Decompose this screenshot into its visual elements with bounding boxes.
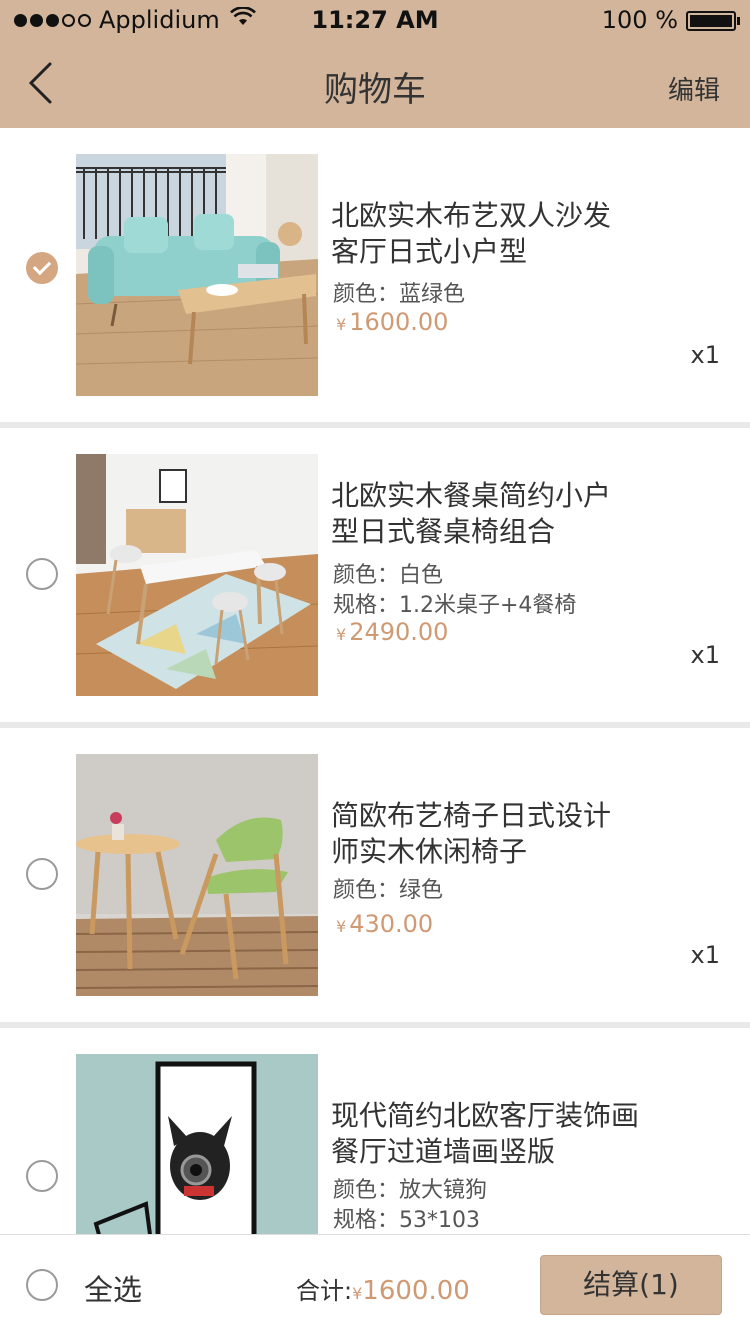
product-spec: 规格：53*103	[333, 1208, 480, 1233]
product-name[interactable]: 北欧实木布艺双人沙发 客厅日式小户型	[331, 198, 691, 270]
product-price: ¥2490.00	[336, 618, 449, 646]
product-name-line1: 北欧实木餐桌简约小户	[331, 479, 612, 512]
product-quantity: x1	[690, 341, 720, 369]
product-color: 颜色：蓝绿色	[333, 282, 466, 307]
product-name-line1: 北欧实木布艺双人沙发	[331, 199, 612, 232]
item-checkbox[interactable]	[26, 252, 58, 284]
product-price: ¥430.00	[336, 910, 434, 938]
product-name[interactable]: 现代简约北欧客厅装饰画 餐厅过道墙画竖版	[331, 1098, 691, 1170]
item-checkbox[interactable]	[26, 858, 58, 890]
item-checkbox[interactable]	[26, 558, 58, 590]
product-spec: 规格：1.2米桌子+4餐椅	[333, 593, 577, 618]
wall-art-image	[76, 1054, 318, 1234]
product-name-line2: 餐厅过道墙画竖版	[331, 1135, 556, 1168]
chair-image	[76, 754, 318, 996]
dining-set-image	[76, 454, 318, 696]
nav-bar: 购物车 编辑	[0, 40, 750, 128]
cart-item-dining-set: 北欧实木餐桌简约小户 型日式餐桌椅组合 颜色：白色 规格：1.2米桌子+4餐椅 …	[0, 428, 750, 722]
product-image-dining-set[interactable]	[76, 454, 318, 696]
checkout-button[interactable]: 结算(1)	[540, 1255, 722, 1315]
battery-icon	[686, 11, 740, 31]
total-price: 合计:¥1600.00	[296, 1271, 470, 1306]
product-quantity: x1	[690, 641, 720, 669]
product-image-sofa[interactable]	[76, 154, 318, 396]
product-name[interactable]: 北欧实木餐桌简约小户 型日式餐桌椅组合	[331, 478, 691, 550]
product-image-chair[interactable]	[76, 754, 318, 996]
cart-item-wall-art: 现代简约北欧客厅装饰画 餐厅过道墙画竖版 颜色：放大镜狗 规格：53*103	[0, 1028, 750, 1234]
product-name-line1: 现代简约北欧客厅装饰画	[331, 1099, 640, 1132]
cart-list: 北欧实木布艺双人沙发 客厅日式小户型 颜色：蓝绿色 ¥1600.00 x1 北欧…	[0, 128, 750, 1234]
product-color: 颜色：放大镜狗	[333, 1178, 488, 1203]
product-name-line2: 型日式餐桌椅组合	[331, 515, 556, 548]
total-amount: ¥1600.00	[352, 1276, 470, 1306]
product-quantity: x1	[690, 941, 720, 969]
edit-button[interactable]: 编辑	[668, 70, 720, 107]
product-color: 颜色：绿色	[333, 878, 444, 903]
battery-percent: 100 %	[601, 6, 678, 34]
status-bar: Applidium 11:27 AM 100 %	[0, 0, 750, 40]
cart-item-sofa: 北欧实木布艺双人沙发 客厅日式小户型 颜色：蓝绿色 ¥1600.00 x1	[0, 128, 750, 422]
sofa-image	[76, 154, 318, 396]
product-name[interactable]: 简欧布艺椅子日式设计 师实木休闲椅子	[331, 798, 691, 870]
product-name-line2: 客厅日式小户型	[331, 235, 528, 268]
product-name-line1: 简欧布艺椅子日式设计	[331, 799, 612, 832]
product-image-wall-art[interactable]	[76, 1054, 318, 1234]
page-title: 购物车	[324, 70, 426, 110]
total-label: 合计:	[296, 1277, 353, 1305]
cart-footer: 全选 合计:¥1600.00 结算(1)	[0, 1234, 750, 1334]
product-color: 颜色：白色	[333, 563, 444, 588]
product-price: ¥1600.00	[336, 308, 449, 336]
item-checkbox[interactable]	[26, 1160, 58, 1192]
select-all-label[interactable]: 全选	[84, 1267, 142, 1309]
select-all-checkbox[interactable]	[26, 1269, 58, 1301]
product-name-line2: 师实木休闲椅子	[331, 835, 528, 868]
cart-item-chair: 简欧布艺椅子日式设计 师实木休闲椅子 颜色：绿色 ¥430.00 x1	[0, 728, 750, 1022]
